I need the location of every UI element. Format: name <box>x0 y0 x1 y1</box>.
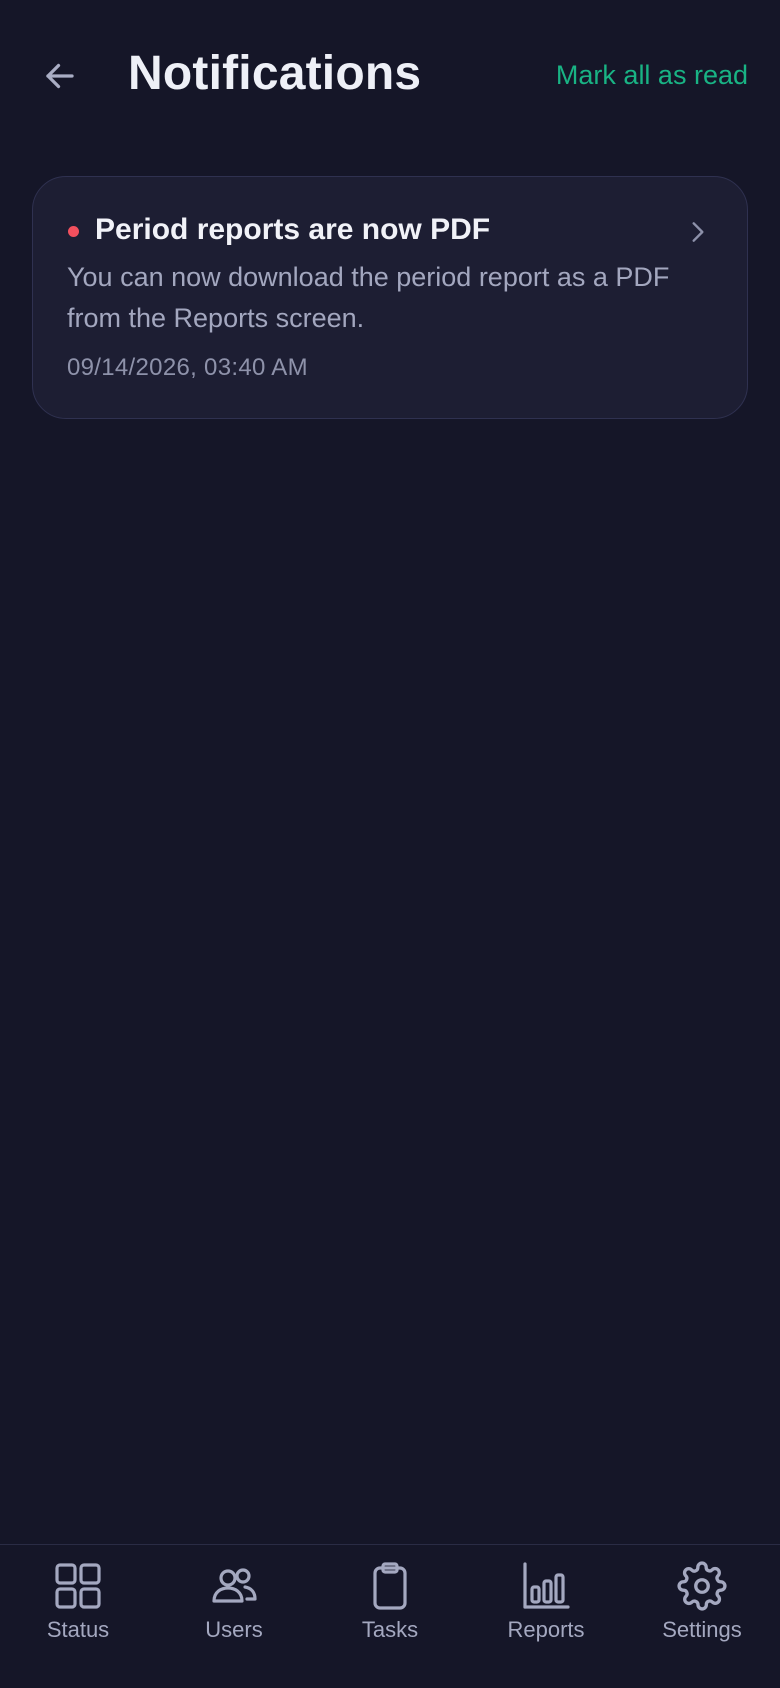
header: Notifications Mark all as read <box>0 0 780 160</box>
notification-body: You can now download the period report a… <box>67 262 670 333</box>
notification-title: Period reports are now PDF <box>95 213 491 246</box>
arrow-left-icon <box>46 63 74 89</box>
chevron-right-icon <box>685 217 711 247</box>
mark-all-as-read-button[interactable]: Mark all as read <box>556 60 748 91</box>
nav-item-settings[interactable]: Settings <box>624 1545 780 1688</box>
back-button[interactable] <box>36 52 84 100</box>
page-title: Notifications <box>128 47 422 100</box>
bar-chart-icon <box>521 1561 571 1611</box>
grid-icon <box>53 1561 103 1611</box>
notification-card[interactable]: Period reports are now PDF You can now d… <box>32 176 748 419</box>
notification-timestamp: 09/14/2026, 03:40 AM <box>67 354 308 381</box>
nav-label-users: Users <box>205 1617 263 1642</box>
bottom-navigation: Status Users Tasks Reports Settings <box>0 1544 780 1688</box>
clipboard-icon <box>365 1561 415 1611</box>
notifications-screen: Notifications Mark all as read Period re… <box>0 0 780 1688</box>
nav-item-users[interactable]: Users <box>156 1545 312 1688</box>
nav-item-reports[interactable]: Reports <box>468 1545 624 1688</box>
nav-label-tasks: Tasks <box>361 1617 419 1642</box>
gear-icon <box>677 1561 727 1611</box>
nav-label-status: Status <box>46 1617 110 1642</box>
users-icon <box>209 1561 259 1611</box>
nav-item-status[interactable]: Status <box>0 1545 156 1688</box>
nav-label-reports: Reports <box>507 1617 585 1642</box>
unread-dot <box>68 226 79 237</box>
nav-label-settings: Settings <box>662 1617 742 1642</box>
nav-item-tasks[interactable]: Tasks <box>312 1545 468 1688</box>
